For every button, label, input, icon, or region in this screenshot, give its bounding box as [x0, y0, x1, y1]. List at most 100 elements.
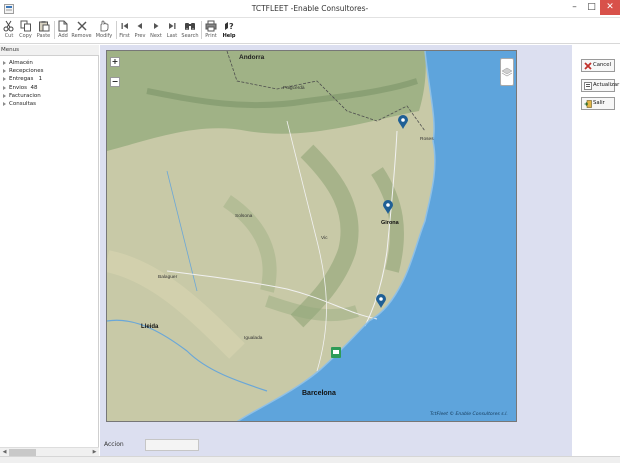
cut-button[interactable]: Cut: [2, 18, 16, 42]
prev-icon: [137, 23, 142, 29]
binoculars-icon: [185, 23, 195, 30]
menu-item-label: Consultas: [9, 100, 36, 107]
expand-arrow-icon[interactable]: [3, 77, 6, 82]
modify-label: Modify: [95, 33, 113, 39]
map-label-vic: Vic: [321, 236, 328, 241]
zoom-out-button[interactable]: −: [110, 77, 120, 87]
map-attribution: TctFleet © Enable Consultores s.l.: [430, 412, 508, 417]
svg-text:?: ?: [229, 22, 234, 31]
copy-icon: [20, 20, 31, 32]
remove-button[interactable]: Remove: [71, 18, 92, 42]
cut-label: Cut: [4, 33, 14, 39]
toolbar-separator: [116, 21, 117, 39]
menu-header: Menus: [0, 45, 99, 56]
copy-label: Copy: [19, 33, 32, 39]
help-label: Help: [222, 33, 236, 39]
remove-icon: [77, 21, 86, 31]
menu-item-label: Entregas 1: [9, 76, 43, 83]
expand-arrow-icon[interactable]: [3, 85, 6, 90]
menu-horizontal-scrollbar[interactable]: ◀ ▶: [0, 447, 99, 456]
menu-item-label: Almacén: [9, 60, 33, 66]
remove-label: Remove: [71, 33, 92, 39]
title-bar: TCTFLEET -Enable Consultores- – □ ✕: [0, 0, 620, 18]
menu-item-label: Facturacion: [9, 92, 41, 99]
menu-item-recepciones[interactable]: Recepciones: [0, 67, 99, 75]
help-button[interactable]: ? Help: [222, 18, 236, 42]
pin-marker-girona[interactable]: [383, 200, 393, 214]
pin-marker-blanes[interactable]: [376, 294, 386, 308]
print-button[interactable]: Print: [204, 18, 218, 42]
expand-arrow-icon[interactable]: [3, 69, 6, 74]
scissors-icon: [3, 20, 14, 32]
pin-marker-figueres[interactable]: [398, 115, 408, 129]
search-button[interactable]: Search: [181, 18, 199, 42]
exit-door-icon: [584, 100, 592, 108]
toolbar-separator: [54, 21, 55, 39]
hand-icon: [100, 20, 109, 32]
zoom-in-button[interactable]: +: [110, 57, 120, 67]
paste-label: Paste: [36, 33, 51, 39]
prev-button[interactable]: Prev: [133, 18, 147, 42]
accion-field[interactable]: [145, 439, 199, 451]
map-label-girona: Girona: [381, 220, 399, 226]
expand-arrow-icon[interactable]: [3, 101, 6, 106]
actualizar-button[interactable]: Actualizar: [581, 79, 619, 92]
menu-item-consultas[interactable]: Consultas: [0, 100, 99, 108]
menu-panel: Menus Almacén Recepciones Entregas 1 Env…: [0, 45, 99, 463]
first-button[interactable]: First: [118, 18, 131, 42]
last-label: Last: [166, 33, 178, 39]
menu-item-almacen[interactable]: Almacén: [0, 59, 99, 67]
map-label-barcelona: Barcelona: [302, 390, 336, 397]
actualizar-label: Actualizar: [593, 82, 620, 88]
window-title: TCTFLEET -Enable Consultores-: [251, 4, 369, 13]
paste-icon: [38, 21, 49, 32]
cancel-label: Cancel: [593, 62, 611, 68]
cancel-button[interactable]: Cancel: [581, 59, 615, 72]
map-terrain: [107, 51, 436, 421]
map-view[interactable]: Andorra Puigcerdà Roses Girona Solsona V…: [106, 50, 517, 422]
layers-icon: [501, 67, 513, 77]
expand-arrow-icon[interactable]: [3, 61, 6, 65]
refresh-icon: [584, 82, 592, 90]
paste-button[interactable]: Paste: [35, 18, 52, 42]
last-icon: [169, 23, 176, 29]
menu-item-entregas[interactable]: Entregas 1: [0, 75, 99, 83]
menu-item-label: Envios 48: [9, 84, 38, 91]
menu-item-facturacion[interactable]: Facturacion: [0, 92, 99, 100]
maximize-button[interactable]: □: [583, 0, 600, 15]
map-label-andorra: Andorra: [239, 54, 265, 61]
status-bar: [0, 456, 620, 463]
map-label-lleida: Lleida: [141, 324, 159, 330]
cancel-icon: [584, 62, 592, 70]
next-button[interactable]: Next: [149, 18, 163, 42]
copy-button[interactable]: Copy: [18, 18, 33, 42]
prev-label: Prev: [134, 33, 146, 39]
expand-arrow-icon[interactable]: [3, 93, 6, 98]
map-label-igualada: Igualada: [244, 336, 263, 341]
next-icon: [154, 23, 159, 29]
menu-item-envios[interactable]: Envios 48: [0, 84, 99, 92]
first-label: First: [119, 33, 130, 39]
vehicle-marker[interactable]: [331, 347, 341, 358]
print-label: Print: [205, 33, 217, 39]
toolbar-separator: [201, 21, 202, 39]
map-label-solsona: Solsona: [235, 214, 253, 219]
map-label-roses: Roses: [420, 137, 434, 142]
map-label-balaguer: Balaguer: [158, 275, 178, 280]
last-button[interactable]: Last: [165, 18, 179, 42]
add-document-icon: [58, 20, 68, 32]
scrollbar-thumb[interactable]: [9, 449, 36, 456]
next-label: Next: [150, 33, 162, 39]
printer-icon: [205, 20, 217, 32]
close-window-button[interactable]: ✕: [600, 0, 620, 15]
minimize-button[interactable]: –: [566, 0, 583, 15]
add-label: Add: [58, 33, 68, 39]
modify-button[interactable]: Modify: [94, 18, 114, 42]
search-label: Search: [181, 33, 199, 39]
toolbar: Cut Copy Paste Add Remove Modify First P…: [0, 18, 620, 44]
salir-label: Salir: [593, 100, 605, 106]
salir-button[interactable]: Salir: [581, 97, 615, 110]
layers-control[interactable]: [500, 58, 514, 86]
menu-item-label: Recepciones: [9, 68, 44, 75]
add-button[interactable]: Add: [56, 18, 70, 42]
